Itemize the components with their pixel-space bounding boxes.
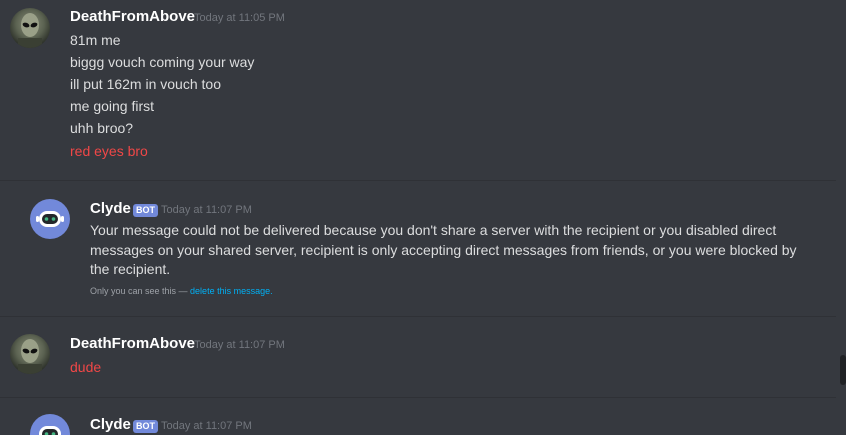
message-line: uhh broo? [70, 120, 134, 136]
notice-text: Only you can see this — [90, 286, 191, 296]
alien-avatar-icon [18, 339, 42, 374]
message-group-2: Clyde BOT Today at 11:07 PM Your message… [0, 181, 836, 316]
timestamp: Today at 11:07 PM [161, 420, 252, 432]
ephemeral-notice: Only you can see this — delete this mess… [90, 286, 273, 296]
alien-avatar-icon [18, 13, 42, 48]
message-line: me going first [70, 98, 155, 114]
bot-badge: BOT [133, 204, 158, 217]
chat-messages: DeathFromAbove Today at 11:05 PM 81m me … [0, 0, 846, 435]
robot-icon [36, 211, 64, 227]
clyde-avatar[interactable] [30, 199, 70, 239]
clyde-avatar[interactable] [30, 414, 70, 435]
author-name[interactable]: Clyde [90, 416, 131, 433]
author-name[interactable]: Clyde [90, 200, 131, 217]
avatar[interactable] [10, 334, 50, 374]
timestamp: Today at 11:07 PM [194, 339, 285, 351]
bot-badge: BOT [133, 420, 158, 433]
message-text: Your message could not be delivered beca… [90, 222, 797, 277]
message-group-4: Clyde BOT Today at 11:07 PM [0, 398, 836, 435]
author-name[interactable]: DeathFromAbove [70, 8, 195, 25]
message-group-3: DeathFromAbove Today at 11:07 PM dude [0, 317, 836, 397]
message-line-red: red eyes bro [70, 143, 148, 159]
scrollbar-thumb[interactable] [840, 355, 846, 385]
timestamp: Today at 11:07 PM [161, 204, 252, 216]
message-line: ill put 162m in vouch too [70, 76, 221, 92]
message-group-1: DeathFromAbove Today at 11:05 PM 81m me … [0, 0, 836, 180]
message-line: 81m me [70, 32, 121, 48]
delete-message-link[interactable]: delete this message. [190, 286, 273, 296]
message-line: biggg vouch coming your way [70, 54, 255, 70]
message-line-red: dude [70, 359, 102, 375]
timestamp: Today at 11:05 PM [194, 12, 285, 24]
robot-icon [39, 426, 61, 435]
avatar[interactable] [10, 8, 50, 48]
author-name[interactable]: DeathFromAbove [70, 335, 195, 352]
